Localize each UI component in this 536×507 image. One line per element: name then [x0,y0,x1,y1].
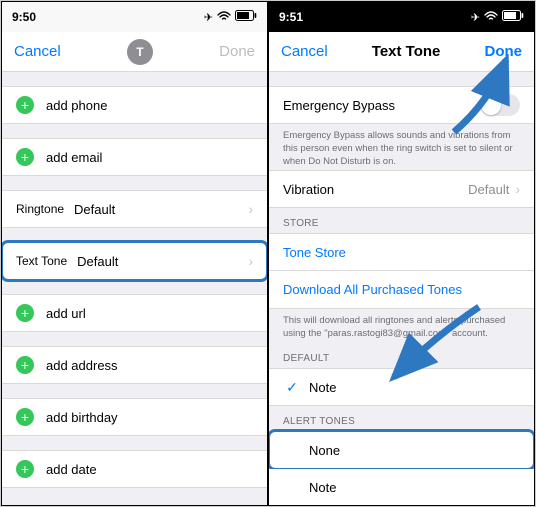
plus-icon: + [16,460,34,478]
plus-icon: + [16,96,34,114]
nav-bar: Cancel T Done [2,32,267,72]
plus-icon: + [16,408,34,426]
store-note: This will download all ringtones and ale… [269,309,534,343]
chevron-right-icon: › [248,253,253,269]
battery-icon [235,10,257,24]
text-tone-screen: 9:51 ✈︎ Cancel Text Tone Done Emergency … [268,1,535,506]
toggle-switch[interactable] [480,94,520,116]
add-url-row[interactable]: + add url [2,294,267,332]
add-birthday-row[interactable]: + add birthday [2,398,267,436]
row-label: add url [46,306,86,321]
row-label: add birthday [46,410,118,425]
edit-contact-screen: 9:50 ✈︎ Cancel T Done + add phone [1,1,268,506]
download-all-row[interactable]: Download All Purchased Tones [269,271,534,309]
text-tone-row[interactable]: Text Tone Default › [2,242,267,280]
status-bar: 9:50 ✈︎ [2,2,267,32]
add-email-row[interactable]: + add email [2,138,267,176]
vibration-row[interactable]: Vibration Default › [269,170,534,208]
airplane-icon: ✈︎ [204,11,213,24]
default-tone-row[interactable]: ✓ Note [269,368,534,406]
emergency-note: Emergency Bypass allows sounds and vibra… [269,124,534,170]
done-button[interactable]: Done [484,43,522,60]
field-label: Ringtone [16,202,64,216]
field-label: Text Tone [16,254,67,268]
section-header-store: STORE [269,214,534,233]
avatar[interactable]: T [127,39,153,65]
battery-icon [502,10,524,24]
row-label: Vibration [283,182,334,197]
section-header-alert: ALERT TONES [269,412,534,431]
row-label: Note [309,380,336,395]
row-label: Note [309,480,336,495]
row-label: Download All Purchased Tones [283,282,462,297]
alert-tone-note[interactable]: Note [269,469,534,505]
airplane-icon: ✈︎ [471,11,480,24]
alert-tone-none[interactable]: None [269,431,534,469]
status-time: 9:50 [12,10,36,24]
checkmark-icon: ✓ [283,379,301,396]
row-label: Tone Store [283,245,346,260]
row-value: Default [468,182,509,197]
chevron-right-icon: › [248,201,253,217]
cancel-button[interactable]: Cancel [281,43,328,60]
plus-icon: + [16,148,34,166]
status-bar: 9:51 ✈︎ [269,2,534,32]
row-label: None [309,443,340,458]
row-label: add address [46,358,118,373]
status-icons: ✈︎ [471,10,524,24]
wifi-icon [217,10,231,24]
cancel-button[interactable]: Cancel [14,43,61,60]
chevron-right-icon: › [515,181,520,197]
add-address-row[interactable]: + add address [2,346,267,384]
field-value: Default [77,254,118,269]
page-title: Text Tone [372,43,441,60]
row-label: Emergency Bypass [283,98,395,113]
scroll-area[interactable]: + add phone + add email Ringtone Default… [2,72,267,505]
wifi-icon [484,10,498,24]
section-header-default: DEFAULT [269,349,534,368]
plus-icon: + [16,356,34,374]
row-label: add phone [46,98,107,113]
scroll-area[interactable]: Emergency Bypass Emergency Bypass allows… [269,72,534,505]
nav-bar: Cancel Text Tone Done [269,32,534,72]
plus-icon: + [16,304,34,322]
tone-store-row[interactable]: Tone Store [269,233,534,271]
row-label: add date [46,462,97,477]
done-button[interactable]: Done [219,43,255,60]
row-label: add email [46,150,102,165]
ringtone-row[interactable]: Ringtone Default › [2,190,267,228]
status-icons: ✈︎ [204,10,257,24]
add-date-row[interactable]: + add date [2,450,267,488]
emergency-bypass-row[interactable]: Emergency Bypass [269,86,534,124]
add-phone-row[interactable]: + add phone [2,86,267,124]
status-time: 9:51 [279,10,303,24]
field-value: Default [74,202,115,217]
